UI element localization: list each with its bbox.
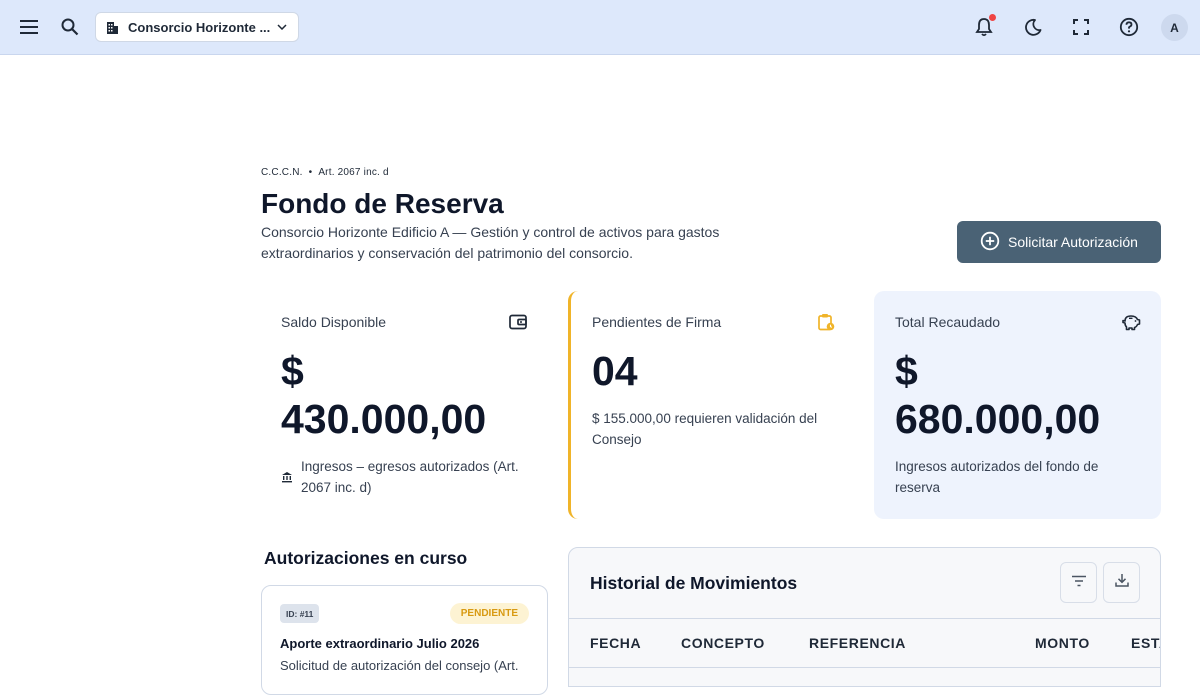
bank-icon: [281, 470, 293, 488]
chevron-down-icon: [276, 21, 288, 33]
wallet-icon: [508, 312, 528, 332]
total-collected-currency: $: [895, 348, 918, 394]
total-collected-amount: 680.000,00: [895, 396, 1101, 442]
filter-button[interactable]: [1060, 562, 1097, 603]
pending-signatures-value: 04: [592, 348, 638, 394]
column-header-amount[interactable]: MONTO: [1035, 635, 1090, 651]
download-icon: [1114, 573, 1129, 592]
piggy-bank-icon: [1121, 312, 1141, 332]
filter-icon: [1071, 574, 1087, 592]
top-bar: Consorcio Horizonte ... A: [0, 0, 1200, 55]
table-header: FECHA CONCEPTO REFERENCIA MONTO ESTA: [569, 618, 1160, 668]
legal-reference-law: C.C.C.N.: [261, 167, 303, 178]
column-header-date[interactable]: FECHA: [590, 635, 641, 651]
legal-reference-separator: •: [308, 167, 313, 178]
pending-signatures-card: Pendientes de Firma 04 $ 155.000,00 requ…: [568, 291, 856, 519]
total-collected-card: Total Recaudado $ 680.000,00 Ingresos au…: [874, 291, 1161, 519]
add-circle-icon: [980, 231, 1000, 254]
menu-icon[interactable]: [16, 14, 42, 40]
available-balance-currency: $: [281, 348, 304, 394]
movements-history-panel: Historial de Movimientos FECHA CONCEPTO …: [568, 547, 1161, 687]
request-authorization-button[interactable]: Solicitar Autorización: [957, 221, 1161, 263]
help-icon[interactable]: [1116, 14, 1142, 40]
column-header-concept[interactable]: CONCEPTO: [681, 635, 765, 651]
download-button[interactable]: [1103, 562, 1140, 603]
consortium-selector-label: Consorcio Horizonte ...: [128, 19, 271, 35]
pending-clipboard-icon: [816, 312, 836, 332]
available-balance-amount: 430.000,00: [281, 396, 487, 442]
available-balance-card: Saldo Disponible $ 430.000,00 Ingresos –…: [261, 291, 548, 519]
request-authorization-label: Solicitar Autorización: [1008, 234, 1138, 250]
authorizations-section-title: Autorizaciones en curso: [264, 548, 468, 568]
user-avatar[interactable]: A: [1161, 14, 1188, 41]
column-header-status[interactable]: ESTA: [1131, 635, 1160, 651]
total-collected-label: Total Recaudado: [895, 314, 1001, 330]
column-header-reference[interactable]: REFERENCIA: [809, 635, 906, 651]
available-balance-value: $ 430.000,00: [281, 347, 486, 443]
consortium-selector[interactable]: Consorcio Horizonte ...: [95, 12, 299, 42]
building-icon: [106, 20, 120, 34]
search-icon[interactable]: [57, 14, 83, 40]
notification-dot: [989, 14, 996, 21]
page-subtitle: Consorcio Horizonte Edificio A — Gestión…: [261, 224, 720, 261]
pending-signatures-label: Pendientes de Firma: [592, 314, 722, 330]
dark-mode-icon[interactable]: [1020, 14, 1046, 40]
legal-reference-article: Art. 2067 inc. d: [318, 167, 389, 178]
authorization-id-badge: ID: #11: [280, 604, 320, 623]
notifications-icon[interactable]: [971, 14, 997, 40]
movements-history-title: Historial de Movimientos: [590, 573, 798, 593]
authorization-title: Aporte extraordinario Julio 2026: [280, 636, 480, 651]
available-balance-label: Saldo Disponible: [281, 314, 387, 330]
fullscreen-icon[interactable]: [1068, 14, 1094, 40]
page-title: Fondo de Reserva: [261, 188, 504, 219]
available-balance-note: Ingresos – egresos autorizados (Art. 206…: [301, 459, 519, 495]
authorization-card[interactable]: ID: #11 PENDIENTE Aporte extraordinario …: [261, 585, 548, 695]
pending-signatures-note: $ 155.000,00 requieren validación del Co…: [592, 411, 818, 447]
total-collected-note: Ingresos autorizados del fondo de reserv…: [895, 459, 1099, 495]
legal-reference: C.C.C.N. • Art. 2067 inc. d: [261, 167, 389, 178]
authorization-description: Solicitud de autorización del consejo (A…: [280, 658, 519, 673]
total-collected-value: $ 680.000,00: [895, 347, 1100, 443]
status-badge: PENDIENTE: [449, 603, 529, 624]
